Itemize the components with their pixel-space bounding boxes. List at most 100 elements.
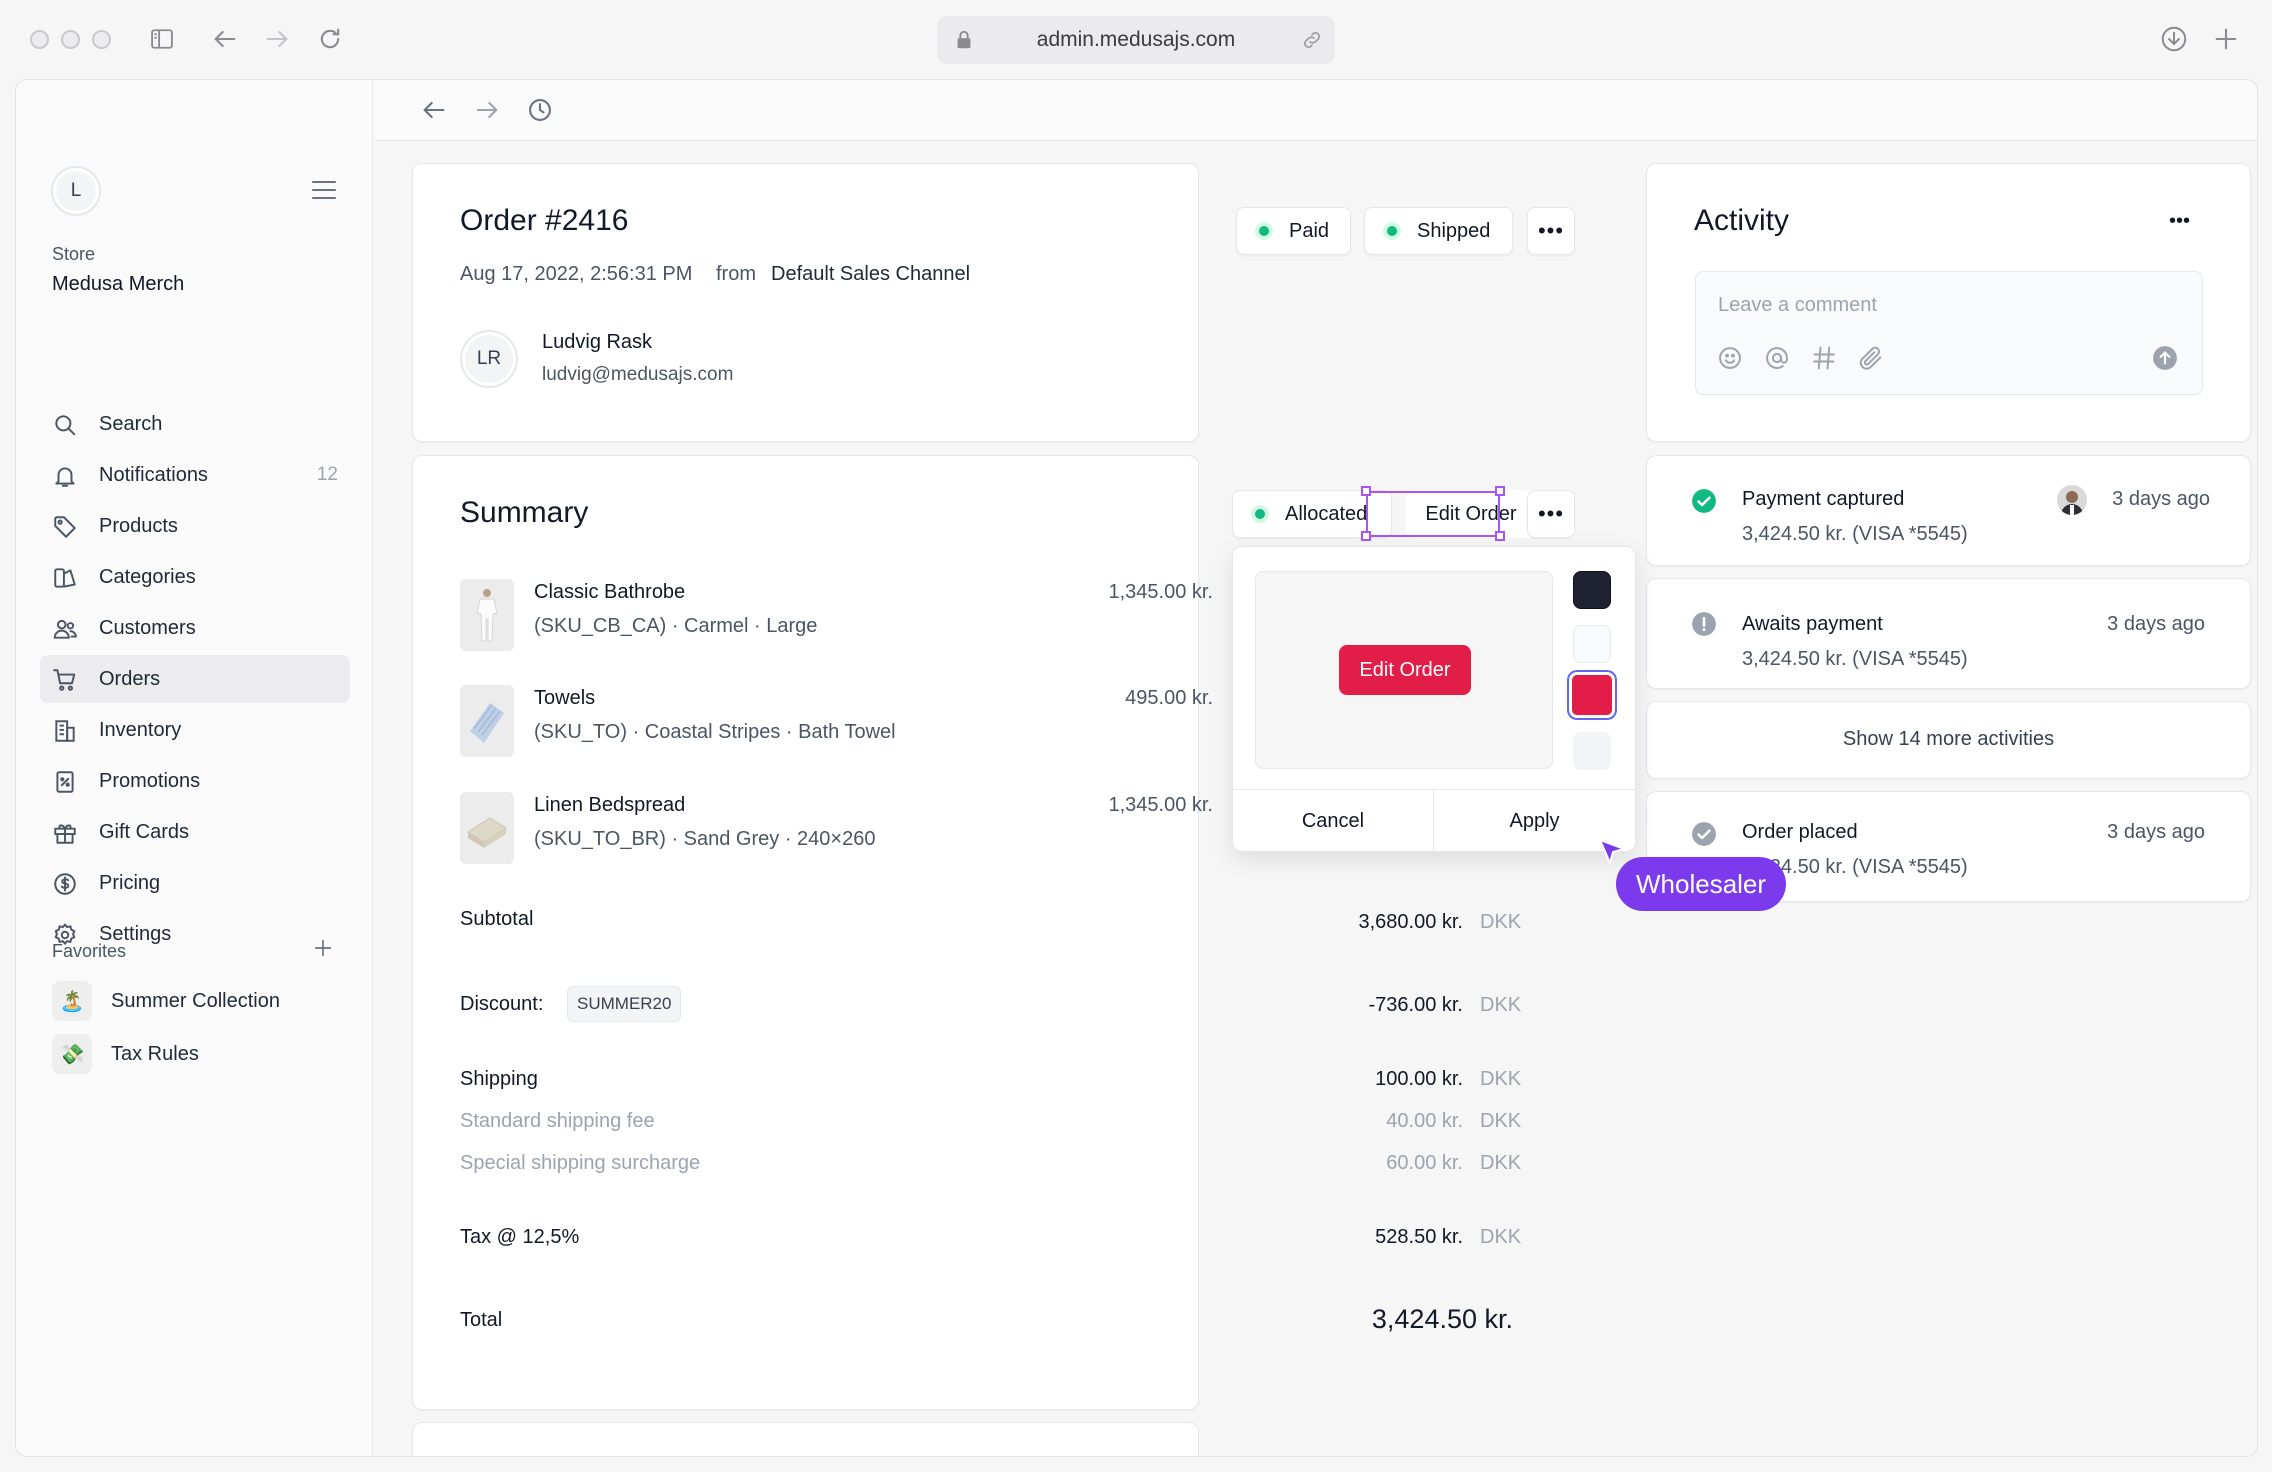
gift-icon — [52, 820, 78, 846]
resize-handle[interactable] — [1361, 486, 1371, 496]
activity-title: Activity — [1694, 204, 1790, 237]
user-avatar[interactable] — [2057, 485, 2087, 515]
currency-label: DKK — [1480, 1152, 1522, 1174]
sidebar-item-label: Inventory — [99, 719, 182, 741]
currency-label: DKK — [1480, 911, 1522, 933]
activity-event-title: Awaits payment — [1742, 613, 1883, 635]
link-icon[interactable] — [1301, 29, 1323, 51]
sidebar-item-pricing[interactable]: Pricing — [40, 859, 350, 907]
status-label: Allocated — [1285, 502, 1368, 525]
address-bar[interactable]: admin.medusajs.com — [937, 16, 1335, 64]
add-favorite-icon[interactable] — [312, 937, 334, 959]
sidebar-item-inventory[interactable]: Inventory — [40, 706, 350, 754]
discount-code-badge[interactable]: SUMMER20 — [567, 986, 682, 1022]
window-maximize-button[interactable] — [92, 30, 111, 49]
page-topbar — [374, 80, 2257, 141]
tax-label: Tax @ 12,5% — [460, 1226, 580, 1248]
window-minimize-button[interactable] — [61, 30, 80, 49]
new-tab-icon[interactable] — [2209, 22, 2243, 56]
hashtag-icon[interactable] — [1810, 344, 1838, 372]
item-name[interactable]: Towels — [534, 687, 595, 710]
history-clock-icon[interactable] — [526, 96, 554, 129]
item-name[interactable]: Classic Bathrobe — [534, 581, 685, 604]
customer-avatar[interactable]: LR — [460, 330, 518, 388]
resize-handle[interactable] — [1361, 531, 1371, 541]
search-icon — [52, 412, 78, 438]
surcharge-label: Special shipping surcharge — [460, 1152, 701, 1174]
cancel-button[interactable]: Cancel — [1233, 790, 1434, 852]
favorite-item-summer-collection[interactable]: 🏝️ Summer Collection — [52, 981, 352, 1021]
product-thumbnail-bathrobe[interactable] — [460, 579, 514, 651]
favorite-item-tax-rules[interactable]: 💸 Tax Rules — [52, 1034, 352, 1074]
download-icon[interactable] — [2157, 22, 2191, 56]
back-arrow-icon[interactable] — [208, 22, 242, 56]
app-window: L Store Medusa Merch Search Notification… — [15, 79, 2258, 1457]
customer-email[interactable]: ludvig@medusajs.com — [542, 364, 733, 386]
sidebar-item-search[interactable]: Search — [40, 400, 350, 448]
color-swatch-dark[interactable] — [1573, 571, 1611, 609]
forward-arrow-icon[interactable] — [473, 96, 501, 129]
selection-outline — [1366, 491, 1500, 537]
check-circle-icon — [1691, 488, 1717, 514]
paperclip-icon[interactable] — [1857, 344, 1885, 372]
mention-at-icon[interactable] — [1763, 344, 1791, 372]
resize-handle[interactable] — [1495, 486, 1505, 496]
item-variant: (SKU_TO_BR) · Sand Grey · 240×260 — [534, 828, 876, 850]
sidebar-item-customers[interactable]: Customers — [40, 604, 350, 652]
order-more-button[interactable]: ••• — [1527, 207, 1575, 255]
favorite-label: Tax Rules — [111, 1043, 199, 1065]
favorite-label: Summer Collection — [111, 990, 280, 1012]
subtotal-value: 3,680.00 kr. — [1358, 911, 1463, 933]
sidebar-item-products[interactable]: Products — [40, 502, 350, 550]
store-name: Medusa Merch — [52, 273, 185, 295]
status-shipped-badge[interactable]: Shipped — [1364, 207, 1513, 255]
color-swatch-white[interactable] — [1573, 625, 1611, 663]
currency-label: DKK — [1480, 1110, 1522, 1132]
summary-more-button[interactable]: ••• — [1527, 490, 1575, 538]
comment-input[interactable]: Leave a comment — [1695, 271, 2203, 395]
back-arrow-icon[interactable] — [420, 96, 448, 129]
color-swatch-red-selected[interactable] — [1569, 672, 1615, 718]
menu-icon[interactable] — [311, 179, 337, 201]
window-close-button[interactable] — [30, 30, 49, 49]
sidebar-toggle-icon[interactable] — [145, 22, 179, 56]
activity-event-awaits-payment[interactable]: Awaits payment 3,424.50 kr. (VISA *5545)… — [1646, 578, 2251, 689]
preview-edit-order-button[interactable]: Edit Order — [1339, 645, 1471, 695]
item-name[interactable]: Linen Bedspread — [534, 794, 685, 817]
show-more-activities-button[interactable]: Show 14 more activities — [1646, 701, 2251, 779]
tag-icon — [52, 514, 78, 540]
emoji-icon[interactable] — [1716, 344, 1744, 372]
store-avatar[interactable]: L — [51, 166, 101, 216]
status-paid-badge[interactable]: Paid — [1236, 207, 1351, 255]
currency-label: DKK — [1480, 1068, 1522, 1090]
activity-card: Activity ••• Leave a comment — [1646, 163, 2251, 442]
activity-more-icon[interactable]: ••• — [2169, 210, 2190, 233]
sidebar-item-notifications[interactable]: Notifications 12 — [40, 451, 350, 499]
sidebar-item-promotions[interactable]: Promotions — [40, 757, 350, 805]
receipt-percent-icon — [52, 769, 78, 795]
product-thumbnail-towels[interactable] — [460, 685, 514, 757]
browser-toolbar: admin.medusajs.com — [0, 0, 2272, 78]
total-label: Total — [460, 1309, 503, 1331]
show-more-label: Show 14 more activities — [1842, 728, 2055, 750]
currency-dollar-icon — [52, 871, 78, 897]
resize-handle[interactable] — [1495, 531, 1505, 541]
send-arrow-icon[interactable] — [2152, 345, 2180, 373]
activity-event-detail: 3,424.50 kr. (VISA *5545) — [1742, 523, 1968, 545]
notification-count: 12 — [316, 464, 338, 485]
cart-icon — [52, 667, 78, 693]
customer-name[interactable]: Ludvig Rask — [542, 331, 652, 354]
product-thumbnail-bedspread[interactable] — [460, 792, 514, 864]
color-swatch-light-gray[interactable] — [1573, 732, 1611, 770]
sidebar-item-categories[interactable]: Categories — [40, 553, 350, 601]
forward-arrow-icon[interactable] — [260, 22, 294, 56]
sidebar-item-label: Categories — [99, 566, 196, 588]
reload-icon[interactable] — [313, 22, 347, 56]
status-dot — [1259, 226, 1269, 236]
order-date: Aug 17, 2022, 2:56:31 PM — [460, 263, 693, 285]
sidebar-item-gift-cards[interactable]: Gift Cards — [40, 808, 350, 856]
discount-label: Discount: — [460, 993, 544, 1015]
sidebar-item-orders[interactable]: Orders — [40, 655, 350, 703]
sidebar-item-label: Products — [99, 515, 178, 537]
activity-event-payment-captured[interactable]: Payment captured 3,424.50 kr. (VISA *554… — [1646, 455, 2251, 566]
